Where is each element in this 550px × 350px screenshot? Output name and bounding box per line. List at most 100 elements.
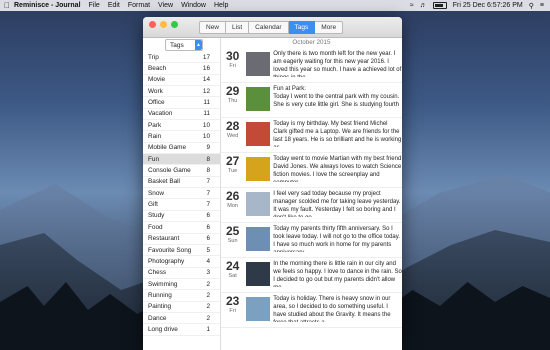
volume-icon[interactable]: ♬	[420, 2, 427, 9]
tag-name: Office	[148, 99, 165, 107]
journal-entry[interactable]: 23 Fri Today is holiday. There is heavy sn…	[221, 293, 402, 328]
journal-entry[interactable]: 29 Thu Fun at Park: Today I went to the ce…	[221, 83, 402, 118]
battery-icon[interactable]	[432, 2, 447, 9]
entry-weekday: Mon	[227, 203, 238, 209]
entry-date: 29 Thu	[221, 84, 244, 105]
journal-entry[interactable]: 28 Wed Today is my birthday. My best frien…	[221, 118, 402, 153]
tag-row[interactable]: Restaurant 6	[143, 234, 220, 245]
tag-row[interactable]: Snow 7	[143, 188, 220, 200]
tag-row[interactable]: Photography 4	[143, 256, 220, 268]
journal-entry[interactable]: 25 Sun Today my parents thirty fifth anniv…	[221, 223, 402, 258]
entry-day: 23	[225, 294, 240, 308]
entry-thumbnail	[246, 297, 271, 321]
tag-count: 14	[202, 76, 210, 84]
tag-row[interactable]: Swimming 2	[143, 279, 220, 291]
tag-row[interactable]: Rain 10	[143, 131, 220, 143]
tag-count: 7	[206, 189, 210, 197]
tag-row[interactable]: Painting 2	[143, 302, 220, 313]
tag-row[interactable]: Trip 17	[143, 52, 220, 64]
journal-window: New List Calendar Tags More Tags ▲ Trip 1…	[143, 17, 402, 350]
tag-name: Gift	[148, 201, 158, 209]
entry-text: I feel very sad today because my project…	[273, 191, 401, 217]
tag-row[interactable]: Work 12	[143, 86, 220, 98]
tag-row[interactable]: Console Game 8	[143, 165, 220, 177]
tag-name: Beach	[148, 65, 167, 73]
app-menu[interactable]: Reminisce - Journal	[14, 2, 81, 9]
entry-weekday: Fri	[229, 308, 236, 314]
tag-row[interactable]: Gift 7	[143, 199, 220, 211]
tag-name: Fun	[148, 155, 160, 163]
tag-name: Painting	[148, 303, 172, 311]
tag-name: Favourite Song	[148, 246, 192, 254]
tag-row[interactable]: Dance 2	[143, 313, 220, 325]
search-icon[interactable]: ⚲	[529, 2, 534, 10]
month-header: October 2015	[292, 39, 331, 46]
journal-entry[interactable]: 24 Sat In the morning there is little rain…	[221, 258, 402, 293]
tag-row[interactable]: Vacation 11	[143, 109, 220, 121]
tag-count: 2	[206, 303, 210, 311]
menu-window[interactable]: Window	[181, 2, 206, 9]
tag-row[interactable]: Study 6	[143, 211, 220, 223]
menu-edit[interactable]: Edit	[108, 2, 120, 9]
tag-count: 17	[202, 53, 210, 61]
tag-count: 11	[203, 110, 210, 118]
tag-row[interactable]: Long drive 1	[143, 324, 220, 336]
wifi-icon[interactable]: ≈	[410, 2, 414, 9]
entry-day: 25	[225, 224, 240, 238]
entry-text: Today my parents thirty fifth anniversar…	[273, 226, 400, 252]
tag-row[interactable]: Office 11	[143, 97, 220, 109]
notification-center-icon[interactable]: ≡	[540, 2, 544, 9]
apple-menu-icon[interactable]: 	[0, 1, 14, 10]
tag-row[interactable]: Food 6	[143, 222, 220, 234]
tag-name: Console Game	[148, 167, 191, 175]
tag-name: Swimming	[148, 280, 178, 288]
tag-row[interactable]: Fun 8	[143, 154, 220, 166]
entry-day: 30	[225, 49, 240, 63]
tag-count: 10	[202, 121, 210, 129]
journal-entry[interactable]: 27 Tue Today went to movie Martian with my…	[221, 153, 402, 188]
entry-date: 23 Fri	[221, 294, 244, 315]
entry-weekday: Sun	[227, 238, 238, 244]
tag-row[interactable]: Running 2	[143, 290, 220, 302]
entry-text: Today is my birthday. My best friend Mic…	[273, 121, 402, 147]
tab-new[interactable]: New	[199, 21, 227, 34]
tag-count: 8	[206, 167, 210, 175]
menu-help[interactable]: Help	[214, 2, 228, 9]
menu-file[interactable]: File	[89, 2, 100, 9]
tag-name: Movie	[148, 76, 166, 84]
journal-entry[interactable]: 30 Fri Only there is two month left for th…	[221, 48, 402, 83]
entry-thumbnail	[246, 262, 271, 286]
tag-row[interactable]: Park 10	[143, 120, 220, 132]
minimize-button[interactable]	[160, 21, 167, 28]
tag-count: 11	[203, 99, 210, 107]
entry-day: 29	[225, 84, 240, 98]
tag-row[interactable]: Chess 3	[143, 268, 220, 279]
tag-name: Snow	[148, 189, 164, 197]
tag-count: 6	[206, 212, 210, 220]
tab-tags[interactable]: Tags	[288, 21, 316, 34]
menu-format[interactable]: Format	[128, 2, 150, 9]
tag-count: 16	[202, 65, 210, 73]
zoom-button[interactable]	[171, 21, 178, 28]
close-button[interactable]	[149, 21, 156, 28]
tag-row[interactable]: Favourite Song 5	[143, 245, 220, 257]
tag-row[interactable]: Movie 14	[143, 75, 220, 87]
journal-entry[interactable]: 26 Mon I feel very sad today because my pr…	[221, 188, 402, 223]
tag-row[interactable]: Basket Ball 7	[143, 177, 220, 189]
tab-calendar[interactable]: Calendar	[249, 21, 289, 34]
entry-date: 30 Fri	[221, 49, 244, 70]
menu-view[interactable]: View	[158, 2, 173, 9]
tab-list[interactable]: List	[226, 21, 250, 34]
tag-row[interactable]: Mobile Game 9	[143, 143, 220, 155]
tab-more[interactable]: More	[315, 21, 344, 34]
tag-name: Basket Ball	[148, 178, 180, 186]
tag-name: Study	[148, 212, 165, 220]
view-tabs: New List Calendar Tags More	[199, 21, 344, 34]
tag-name: Food	[148, 223, 163, 231]
clock[interactable]: Fri 25 Dec 6:57:26 PM	[453, 2, 523, 9]
entry-weekday: Fri	[229, 63, 236, 69]
entry-weekday: Tue	[227, 168, 238, 174]
tag-name: Restaurant	[148, 235, 180, 243]
tag-type-selector[interactable]: Tags ▲	[165, 39, 203, 51]
tag-row[interactable]: Beach 16	[143, 63, 220, 75]
